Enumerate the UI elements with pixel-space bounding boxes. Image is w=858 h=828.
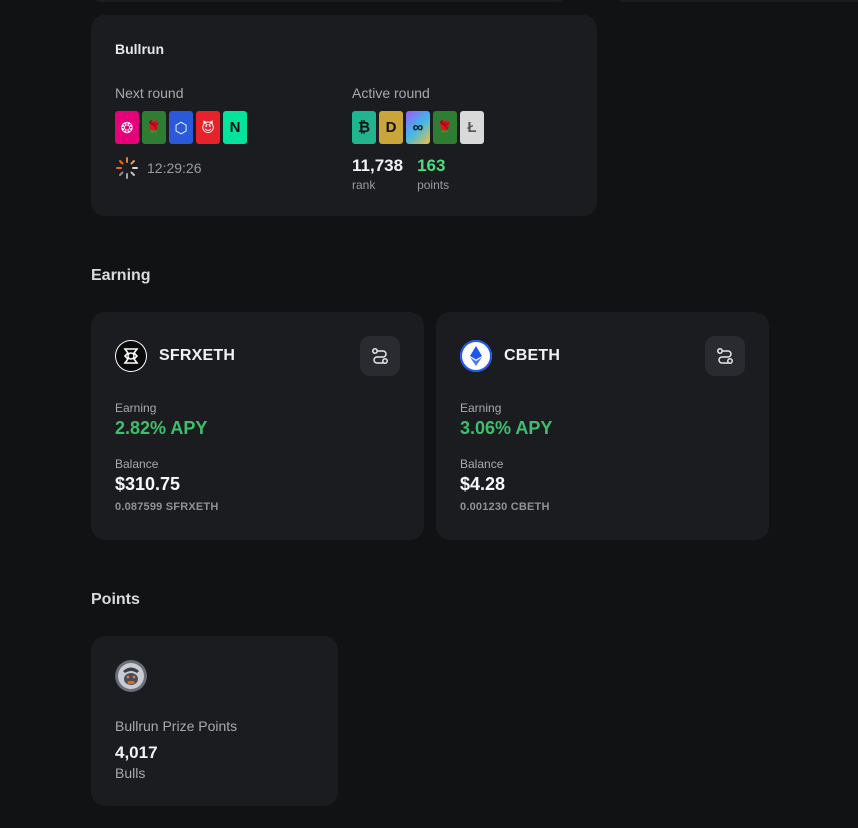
near-icon: N: [223, 111, 247, 144]
earning-label: Earning: [460, 401, 502, 415]
points-label: points: [417, 178, 450, 192]
coin-name: SFRXETH: [159, 347, 236, 364]
previous-card-edge: [91, 0, 567, 2]
loading-spinner-icon: [116, 157, 138, 179]
infinity-icon: ∞: [406, 111, 430, 144]
earning-label: Earning: [115, 401, 157, 415]
rank-value: 11,738: [352, 156, 404, 175]
bitcoin-icon: ₿: [352, 111, 376, 144]
swap-button[interactable]: [705, 336, 745, 376]
rank-label: rank: [352, 178, 376, 192]
apy-value: 2.82% APY: [115, 418, 208, 438]
route-icon: [372, 348, 388, 364]
timer-value: 12:29:26: [147, 160, 202, 176]
round-timer: 12:29:26: [115, 156, 202, 180]
points-card[interactable]: Bullrun Prize Points 4,017 Bulls: [91, 636, 338, 806]
points-unit: Bulls: [115, 765, 146, 781]
coin-name: CBETH: [504, 347, 561, 364]
token-balance: 0.001230 CBETH: [460, 501, 550, 513]
balance-label: Balance: [115, 457, 159, 471]
litecoin-icon: Ł: [460, 111, 484, 144]
previous-card-edge: [614, 0, 858, 2]
coin-header: CBETH: [460, 340, 560, 372]
devil-icon: 😈: [196, 111, 220, 144]
next-round-label: Next round: [115, 85, 184, 101]
apy-value: 3.06% APY: [460, 418, 553, 438]
rose-icon: 🌹: [142, 111, 166, 144]
ethereum-icon: [460, 340, 492, 372]
balance-value: $310.75: [115, 474, 181, 494]
earning-card-sfrxeth[interactable]: SFRXETH Earning 2.82% APY Balance $310.7…: [91, 312, 424, 540]
balance-label: Balance: [460, 457, 504, 471]
bullrun-card[interactable]: Bullrun Next round ❂ 🌹 ⬡ 😈 N 12:29:26 Ac…: [91, 15, 597, 216]
earning-section-title: Earning: [91, 267, 151, 284]
active-round-label: Active round: [352, 85, 430, 101]
dogecoin-icon: D: [379, 111, 403, 144]
balance-value: $4.28: [460, 474, 506, 494]
swap-button[interactable]: [360, 336, 400, 376]
bull-avatar-icon: [115, 660, 147, 692]
points-amount: 4,017: [115, 743, 158, 762]
rank-stat: 11,738 rank: [352, 156, 403, 192]
points-stat: 163 points: [417, 156, 449, 192]
earning-card-cbeth[interactable]: CBETH Earning 3.06% APY Balance $4.28 0.…: [436, 312, 769, 540]
token-balance: 0.087599 SFRXETH: [115, 501, 219, 513]
route-icon: [717, 348, 733, 364]
active-round-stats: 11,738 rank 163 points: [352, 156, 449, 192]
points-value: 163: [417, 156, 446, 175]
polkadot-icon: ❂: [115, 111, 139, 144]
bullrun-title: Bullrun: [115, 41, 164, 57]
frax-icon: [115, 340, 147, 372]
points-name: Bullrun Prize Points: [115, 718, 238, 734]
coin-header: SFRXETH: [115, 340, 235, 372]
page: Bullrun Next round ❂ 🌹 ⬡ 😈 N 12:29:26 Ac…: [0, 0, 858, 828]
chainlink-icon: ⬡: [169, 111, 193, 144]
active-round-tokens: ₿ D ∞ 🌹 Ł: [352, 111, 484, 144]
next-round-tokens: ❂ 🌹 ⬡ 😈 N: [115, 111, 247, 144]
points-section-title: Points: [91, 591, 140, 608]
rose-icon: 🌹: [433, 111, 457, 144]
